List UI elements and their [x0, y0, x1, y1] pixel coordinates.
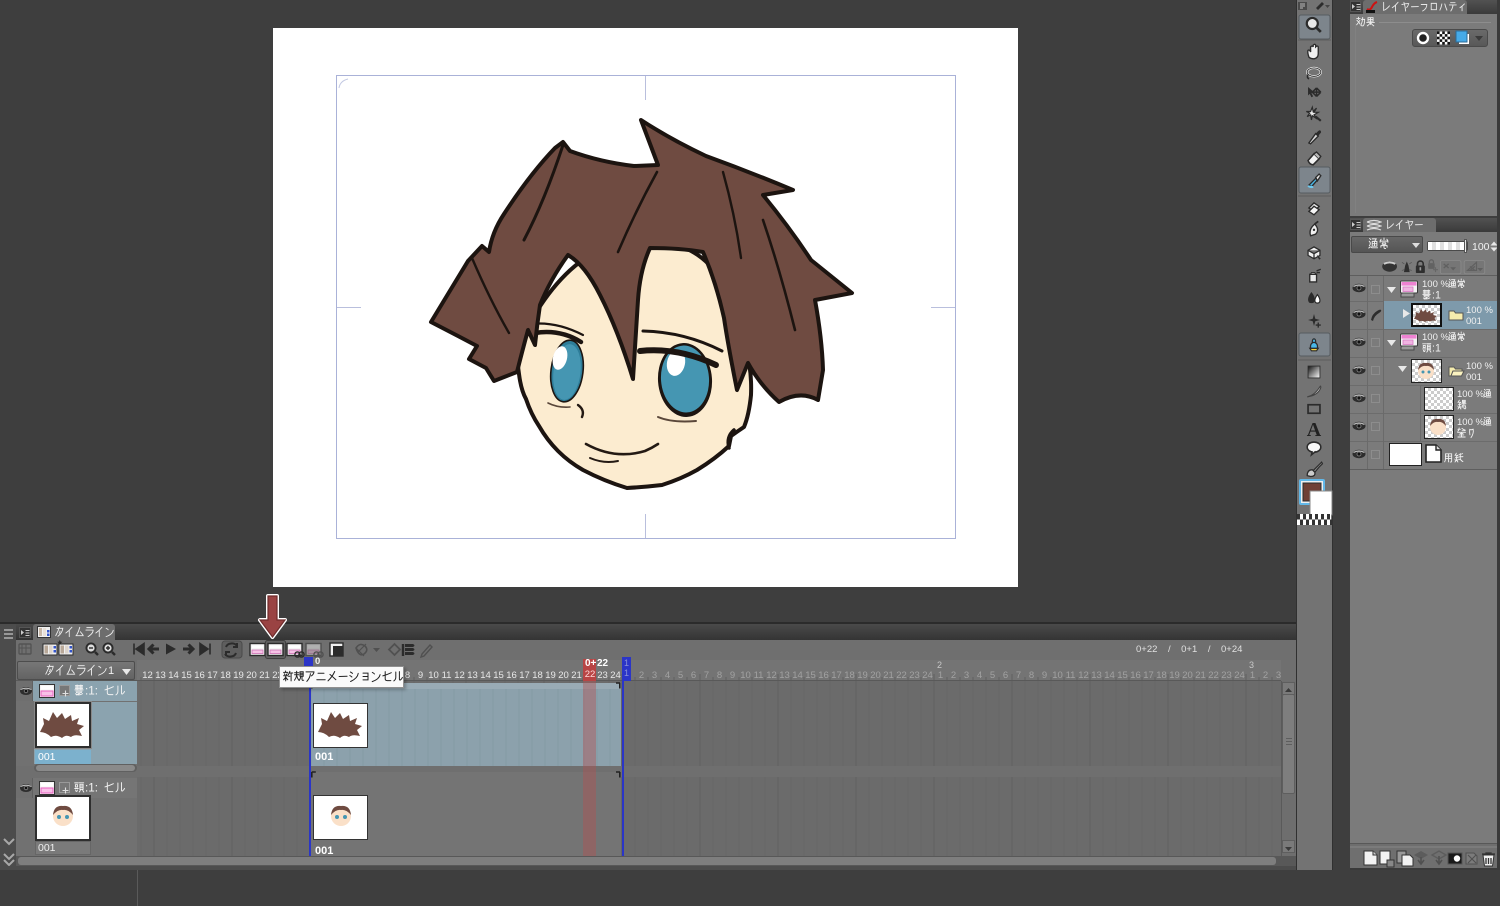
svg-text:12: 12	[454, 670, 465, 681]
svg-text:3: 3	[964, 670, 969, 681]
svg-text:20: 20	[870, 670, 881, 681]
svg-text:1: 1	[108, 665, 114, 677]
svg-text:15: 15	[1117, 670, 1128, 681]
svg-text:001: 001	[1466, 316, 1482, 327]
svg-text:13: 13	[155, 670, 166, 681]
svg-text:21: 21	[259, 670, 270, 681]
svg-text::1: :1	[1432, 290, 1441, 302]
svg-text:7: 7	[704, 670, 709, 681]
svg-text:16: 16	[506, 670, 517, 681]
svg-text:11: 11	[442, 670, 452, 681]
svg-text:100 %: 100 %	[1466, 305, 1493, 316]
svg-text:17: 17	[831, 670, 842, 681]
svg-text:14: 14	[792, 670, 803, 681]
svg-text:8: 8	[1029, 670, 1034, 681]
svg-text:11: 11	[1066, 670, 1076, 681]
svg-text:15: 15	[181, 670, 192, 681]
svg-text:10: 10	[740, 670, 751, 681]
svg-text:14: 14	[480, 670, 491, 681]
svg-text::1: :1	[1432, 343, 1441, 355]
svg-text:17: 17	[519, 670, 530, 681]
svg-text:3: 3	[1249, 660, 1254, 670]
svg-text:4: 4	[977, 670, 982, 681]
svg-text:18: 18	[220, 670, 231, 681]
svg-text:20: 20	[1182, 670, 1193, 681]
svg-text:3: 3	[652, 670, 657, 681]
svg-text:22: 22	[896, 670, 907, 681]
svg-text:14: 14	[168, 670, 179, 681]
svg-text:12: 12	[766, 670, 777, 681]
svg-text:15: 15	[805, 670, 816, 681]
svg-text:19: 19	[857, 670, 868, 681]
svg-text:2: 2	[639, 670, 644, 681]
svg-text:13: 13	[1091, 670, 1102, 681]
svg-text:19: 19	[545, 670, 556, 681]
svg-text:001: 001	[1466, 372, 1482, 383]
svg-text:10: 10	[428, 670, 439, 681]
svg-text:15: 15	[493, 670, 504, 681]
svg-text:100 %: 100 %	[1422, 279, 1449, 290]
svg-text:18: 18	[532, 670, 543, 681]
svg-text:13: 13	[467, 670, 478, 681]
svg-text:3: 3	[1276, 670, 1281, 681]
svg-text:9: 9	[730, 670, 735, 681]
svg-text:6: 6	[1003, 670, 1008, 681]
svg-text:2: 2	[937, 660, 942, 670]
svg-text:24: 24	[1234, 670, 1245, 681]
svg-text:6: 6	[691, 670, 696, 681]
svg-text:19: 19	[1169, 670, 1180, 681]
svg-text:1: 1	[938, 670, 943, 681]
svg-text:22: 22	[1208, 670, 1219, 681]
svg-text::1:: :1:	[85, 782, 98, 795]
svg-text:23: 23	[597, 670, 608, 681]
svg-text:9: 9	[1042, 670, 1047, 681]
svg-text:18: 18	[844, 670, 855, 681]
svg-text:23: 23	[1221, 670, 1232, 681]
svg-text:20: 20	[246, 670, 257, 681]
svg-text:100 %: 100 %	[1466, 361, 1493, 372]
svg-text:1: 1	[1250, 670, 1255, 681]
svg-text:21: 21	[1195, 670, 1206, 681]
svg-text:21: 21	[571, 670, 582, 681]
svg-text:12: 12	[142, 670, 153, 681]
svg-text:20: 20	[558, 670, 569, 681]
svg-text:5: 5	[990, 670, 995, 681]
svg-text:4: 4	[665, 670, 670, 681]
svg-text:14: 14	[1104, 670, 1115, 681]
svg-text:16: 16	[818, 670, 829, 681]
svg-text:11: 11	[754, 670, 764, 681]
svg-text:10: 10	[1052, 670, 1063, 681]
svg-text:19: 19	[233, 670, 244, 681]
svg-text:100 %: 100 %	[1457, 389, 1484, 400]
svg-text:21: 21	[883, 670, 894, 681]
svg-text:2: 2	[951, 670, 956, 681]
svg-text:100 %: 100 %	[1457, 417, 1484, 428]
svg-text:12: 12	[1078, 670, 1089, 681]
svg-text:23: 23	[909, 670, 920, 681]
svg-text:17: 17	[1143, 670, 1154, 681]
svg-text:16: 16	[1130, 670, 1141, 681]
svg-text:9: 9	[418, 670, 423, 681]
svg-text:7: 7	[1016, 670, 1021, 681]
svg-text:24: 24	[922, 670, 933, 681]
svg-text:17: 17	[207, 670, 218, 681]
svg-text:100 %: 100 %	[1422, 332, 1449, 343]
svg-text:16: 16	[194, 670, 205, 681]
svg-text:A: A	[1307, 419, 1322, 441]
svg-text:24: 24	[610, 670, 621, 681]
svg-text::1:: :1:	[85, 685, 98, 698]
svg-text:18: 18	[1156, 670, 1167, 681]
svg-text:2: 2	[1263, 670, 1268, 681]
svg-text:8: 8	[717, 670, 722, 681]
svg-text:13: 13	[779, 670, 790, 681]
svg-text:5: 5	[678, 670, 683, 681]
